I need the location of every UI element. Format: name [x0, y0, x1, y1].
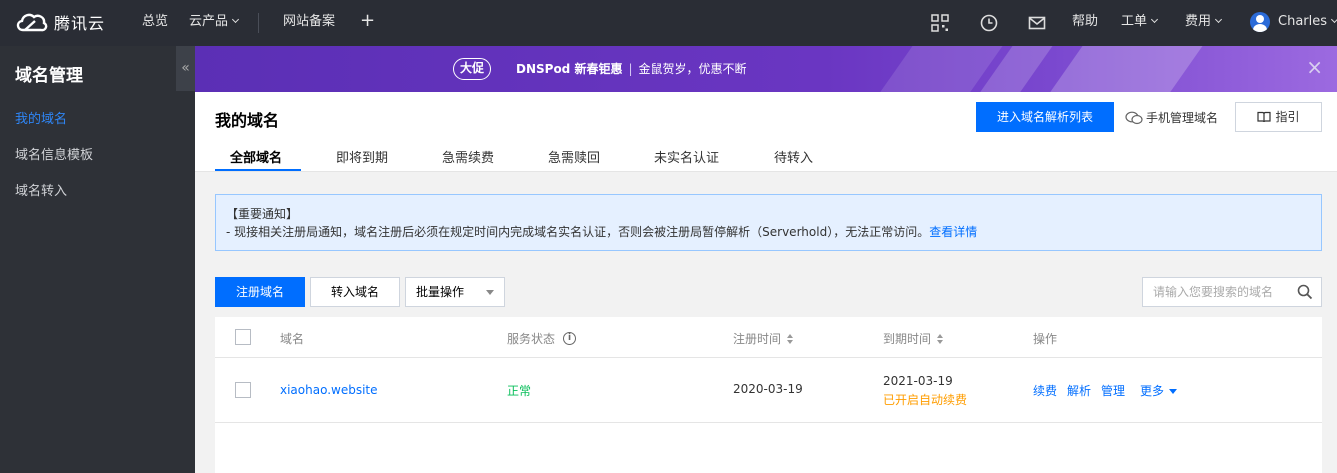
column-expires-label: 到期时间	[883, 332, 932, 346]
nav-help[interactable]: 帮助	[1072, 0, 1098, 46]
mobile-manage-label: 手机管理域名	[1146, 111, 1219, 125]
tab-expiring-soon[interactable]: 即将到期	[336, 147, 388, 166]
chevron-down-icon	[1214, 15, 1223, 24]
sidebar-title: 域名管理	[15, 66, 83, 86]
important-notice: 【重要通知】 - 现接相关注册局通知，域名注册后必须在规定时间内完成域名实名认证…	[215, 194, 1322, 251]
status-badge: 正常	[507, 384, 532, 398]
table-header: 域名 服务状态 i 注册时间 到期时间 操作	[215, 317, 1322, 358]
column-expires[interactable]: 到期时间	[883, 330, 944, 347]
column-status: 服务状态 i	[507, 330, 577, 347]
brand-name: 腾讯云	[54, 14, 106, 33]
banner-decoration	[1040, 46, 1210, 92]
nav-billing-label: 费用	[1185, 14, 1212, 29]
page-header: 我的域名 进入域名解析列表 手机管理域名 指引 全部域名 即将到期 急需续费 急…	[195, 92, 1337, 172]
auto-renew-status: 已开启自动续费	[883, 393, 968, 407]
row-checkbox[interactable]	[235, 382, 251, 398]
add-shortcut-button[interactable]: +	[360, 0, 375, 46]
batch-operations-label: 批量操作	[416, 285, 465, 299]
domain-table: 域名 服务状态 i 注册时间 到期时间 操作 xiaohao.website 正常…	[215, 317, 1322, 473]
more-actions[interactable]: 更多	[1140, 382, 1178, 399]
promo-badge: 大促	[453, 58, 491, 80]
search-icon[interactable]	[1297, 284, 1313, 300]
caret-down-icon	[1169, 389, 1178, 394]
tab-unverified[interactable]: 未实名认证	[654, 147, 719, 166]
table-row: xiaohao.website 正常 2020-03-19 2021-03-19…	[215, 358, 1322, 423]
chevron-down-icon	[1150, 15, 1159, 24]
sidebar-item-my-domains[interactable]: 我的域名	[15, 108, 67, 127]
notice-details-link[interactable]: 查看详情	[929, 225, 977, 239]
nav-overview[interactable]: 总览	[142, 0, 168, 46]
domain-name-link[interactable]: xiaohao.website	[280, 383, 378, 397]
nav-icp[interactable]: 网站备案	[283, 0, 335, 46]
promo-subline: 金鼠贺岁，优惠不断	[638, 62, 747, 76]
collapse-sidebar-button[interactable]: «	[176, 46, 195, 91]
promo-separator: |	[628, 62, 633, 76]
dns-list-button[interactable]: 进入域名解析列表	[976, 102, 1114, 132]
column-registered-label: 注册时间	[733, 332, 782, 346]
batch-operations-select[interactable]: 批量操作	[405, 277, 505, 307]
nav-billing[interactable]: 费用	[1185, 0, 1223, 46]
tab-pending-transfer[interactable]: 待转入	[774, 147, 813, 166]
dropdown-arrow-icon	[486, 290, 494, 295]
nav-divider	[258, 13, 259, 33]
nav-user[interactable]: Charles	[1278, 0, 1337, 46]
info-icon[interactable]: i	[563, 332, 577, 345]
cloud-logo-icon	[16, 13, 48, 32]
column-registered[interactable]: 注册时间	[733, 330, 794, 347]
sort-icon[interactable]	[937, 333, 944, 344]
sidebar-item-transfer-in[interactable]: 域名转入	[15, 180, 67, 199]
notice-title: 【重要通知】	[226, 207, 299, 221]
more-actions-label: 更多	[1140, 384, 1165, 398]
sidebar-item-templates[interactable]: 域名信息模板	[15, 144, 93, 163]
expiry-date: 2021-03-19	[883, 374, 953, 388]
registered-date: 2020-03-19	[733, 382, 803, 396]
search-input[interactable]	[1143, 278, 1293, 306]
top-navigation-bar: 腾讯云 总览 云产品 网站备案 + 帮助 工单 费用 Charles	[0, 0, 1337, 46]
clock-icon[interactable]	[979, 13, 999, 33]
sort-icon[interactable]	[787, 333, 794, 344]
page-title: 我的域名	[215, 111, 280, 130]
nav-ticket-label: 工单	[1121, 14, 1148, 29]
dns-action[interactable]: 解析	[1067, 382, 1091, 399]
user-avatar[interactable]	[1250, 12, 1270, 32]
active-tab-indicator	[215, 169, 301, 171]
mail-icon[interactable]	[1027, 13, 1047, 33]
column-actions: 操作	[1033, 332, 1058, 346]
domain-search	[1142, 277, 1322, 307]
promo-text: DNSPod 新春钜惠 | 金鼠贺岁，优惠不断	[516, 60, 747, 77]
nav-products[interactable]: 云产品	[189, 0, 240, 46]
chevron-down-icon	[1330, 15, 1337, 24]
tencent-cloud-logo[interactable]: 腾讯云	[14, 10, 105, 34]
transfer-domain-button[interactable]: 转入域名	[310, 277, 400, 307]
nav-ticket[interactable]: 工单	[1121, 0, 1159, 46]
sidebar: 域名管理 « 我的域名 域名信息模板 域名转入	[0, 46, 195, 473]
renew-action[interactable]: 续费	[1033, 382, 1057, 399]
chevron-down-icon	[231, 15, 240, 24]
nav-products-label: 云产品	[189, 14, 229, 29]
guide-label: 指引	[1275, 110, 1300, 124]
guide-button[interactable]: 指引	[1235, 102, 1322, 132]
manage-action[interactable]: 管理	[1101, 382, 1125, 399]
tab-all-domains[interactable]: 全部域名	[230, 147, 282, 166]
qrcode-icon[interactable]	[930, 13, 950, 33]
promo-banner[interactable]: 大促 DNSPod 新春钜惠 | 金鼠贺岁，优惠不断 ×	[195, 46, 1337, 92]
notice-body-line: - 现接相关注册局通知，域名注册后必须在规定时间内完成域名实名认证，否则会被注册…	[226, 223, 1311, 241]
notice-body: - 现接相关注册局通知，域名注册后必须在规定时间内完成域名实名认证，否则会被注册…	[226, 225, 930, 239]
promo-headline: DNSPod 新春钜惠	[516, 62, 623, 76]
select-all-checkbox[interactable]	[235, 329, 251, 345]
user-name: Charles	[1278, 14, 1328, 29]
tab-urgent-renew[interactable]: 急需续费	[442, 147, 494, 166]
tab-urgent-redeem[interactable]: 急需赎回	[548, 147, 600, 166]
column-status-label: 服务状态	[507, 332, 556, 346]
close-banner-button[interactable]: ×	[1306, 57, 1323, 77]
wechat-icon	[1125, 111, 1143, 124]
book-icon	[1257, 111, 1272, 123]
register-domain-button[interactable]: 注册域名	[215, 277, 305, 307]
column-domain: 域名	[280, 332, 305, 346]
mobile-manage-link[interactable]: 手机管理域名	[1125, 109, 1218, 126]
